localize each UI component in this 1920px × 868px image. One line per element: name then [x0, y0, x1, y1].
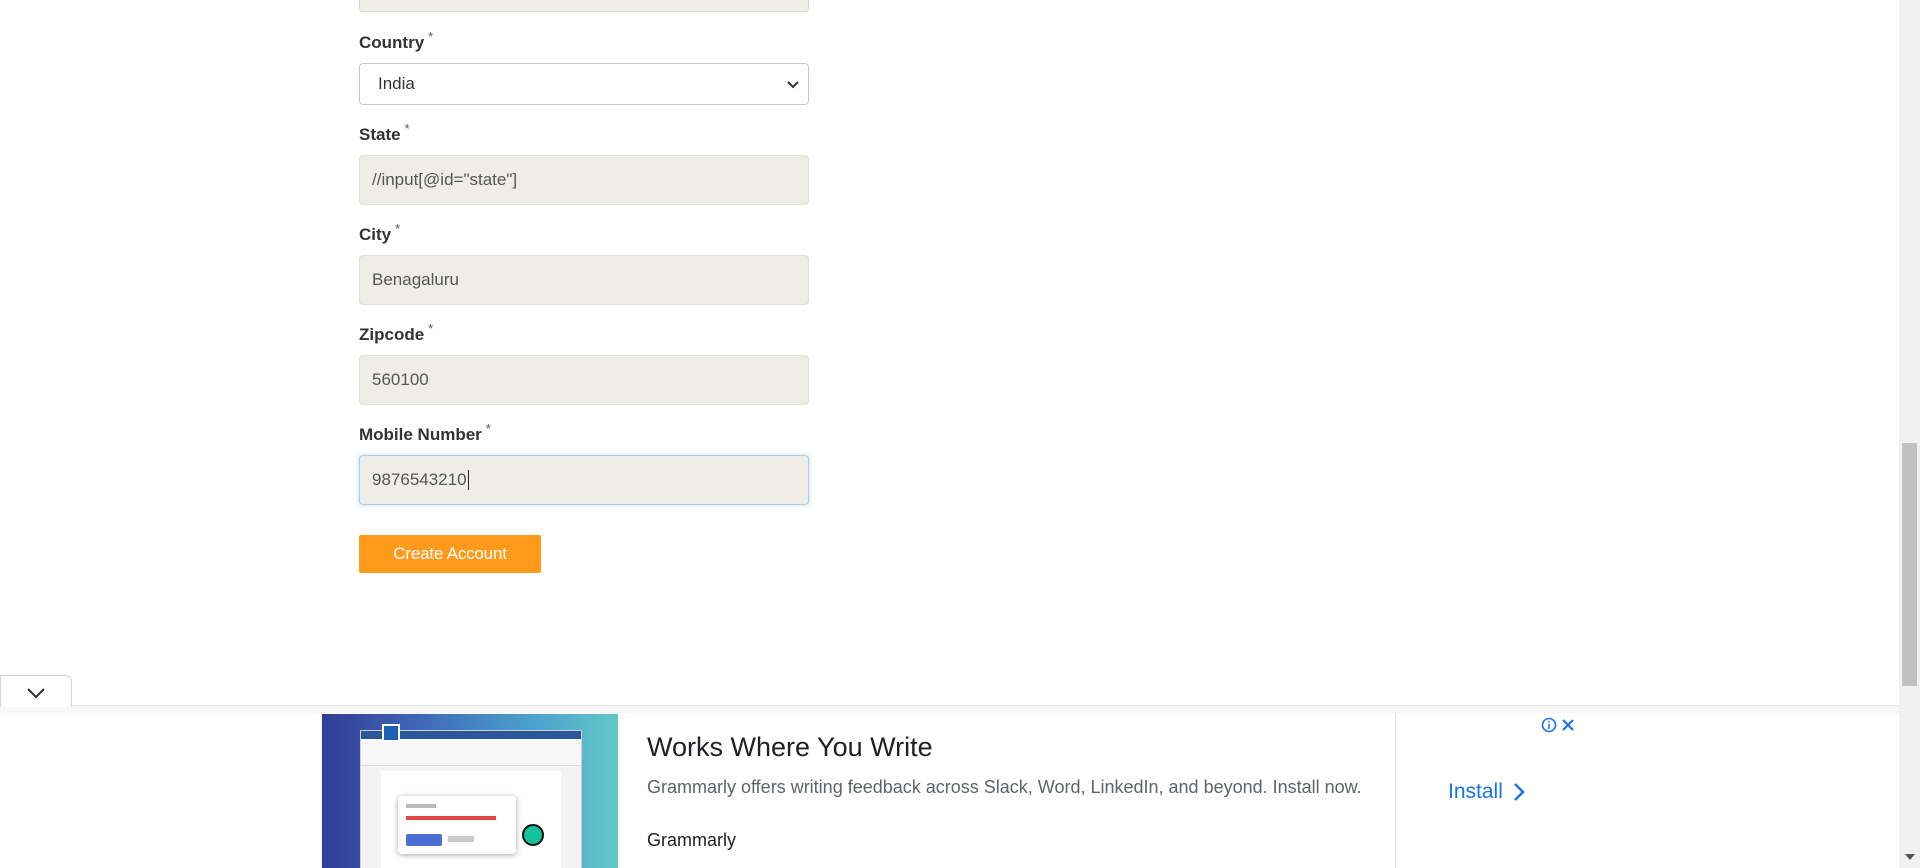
state-value: //input[@id="state"]: [372, 170, 518, 189]
scroll-down-arrow-icon[interactable]: [1904, 852, 1916, 862]
ad-suggestion-popup: [398, 796, 516, 854]
text-caret: [467, 470, 469, 490]
country-label-text: Country: [359, 33, 425, 52]
ad-install-label: Install: [1448, 780, 1503, 803]
mobile-number-input[interactable]: 9876543210: [359, 455, 809, 505]
chevron-down-icon: [787, 81, 799, 89]
mobile-label: Mobile Number *: [359, 421, 491, 445]
ad-install-button[interactable]: Install: [1448, 780, 1525, 804]
ad-collapse-tab[interactable]: [0, 675, 72, 707]
city-label: City *: [359, 221, 400, 245]
city-label-text: City: [359, 225, 392, 244]
city-input[interactable]: Benagaluru: [359, 255, 809, 305]
required-mark: *: [395, 221, 401, 236]
page: Country * India State * //input[@id="state…: [0, 0, 1899, 868]
required-mark: *: [485, 421, 491, 436]
required-mark: *: [428, 321, 434, 336]
city-value: Benagaluru: [372, 270, 459, 289]
chevron-right-icon: [1513, 783, 1525, 801]
chevron-down-icon: [27, 688, 45, 699]
info-icon[interactable]: [1541, 717, 1557, 733]
state-label-text: State: [359, 125, 401, 144]
state-label: State *: [359, 121, 410, 145]
country-selected-value: India: [378, 74, 415, 93]
ad-description: Grammarly offers writing feedback across…: [647, 777, 1362, 797]
mobile-label-text: Mobile Number: [359, 425, 482, 444]
previous-input-field[interactable]: [359, 0, 809, 12]
country-label: Country *: [359, 29, 433, 53]
zipcode-input[interactable]: 560100: [359, 355, 809, 405]
zipcode-label-text: Zipcode: [359, 325, 425, 344]
mobile-value: 9876543210: [372, 470, 467, 489]
grammarly-ad[interactable]: Works Where You Write Grammarly offers w…: [321, 714, 1577, 868]
word-logo-icon: [382, 724, 400, 742]
ad-brand[interactable]: Grammarly: [647, 830, 736, 851]
close-icon[interactable]: [1560, 717, 1576, 733]
ad-separator: [0, 705, 1899, 713]
zipcode-label: Zipcode *: [359, 321, 433, 345]
ad-divider: [1395, 714, 1396, 868]
state-input[interactable]: //input[@id="state"]: [359, 155, 809, 205]
ad-title[interactable]: Works Where You Write: [647, 732, 933, 763]
country-select[interactable]: India: [359, 63, 809, 105]
vertical-scrollbar[interactable]: [1899, 0, 1920, 868]
required-mark: *: [428, 29, 434, 44]
ad-image: [322, 714, 618, 868]
create-account-button[interactable]: Create Account: [359, 535, 541, 573]
scrollbar-thumb[interactable]: [1902, 443, 1917, 686]
grammarly-logo-icon: [522, 824, 544, 846]
zipcode-value: 560100: [372, 370, 429, 389]
required-mark: *: [404, 121, 410, 136]
